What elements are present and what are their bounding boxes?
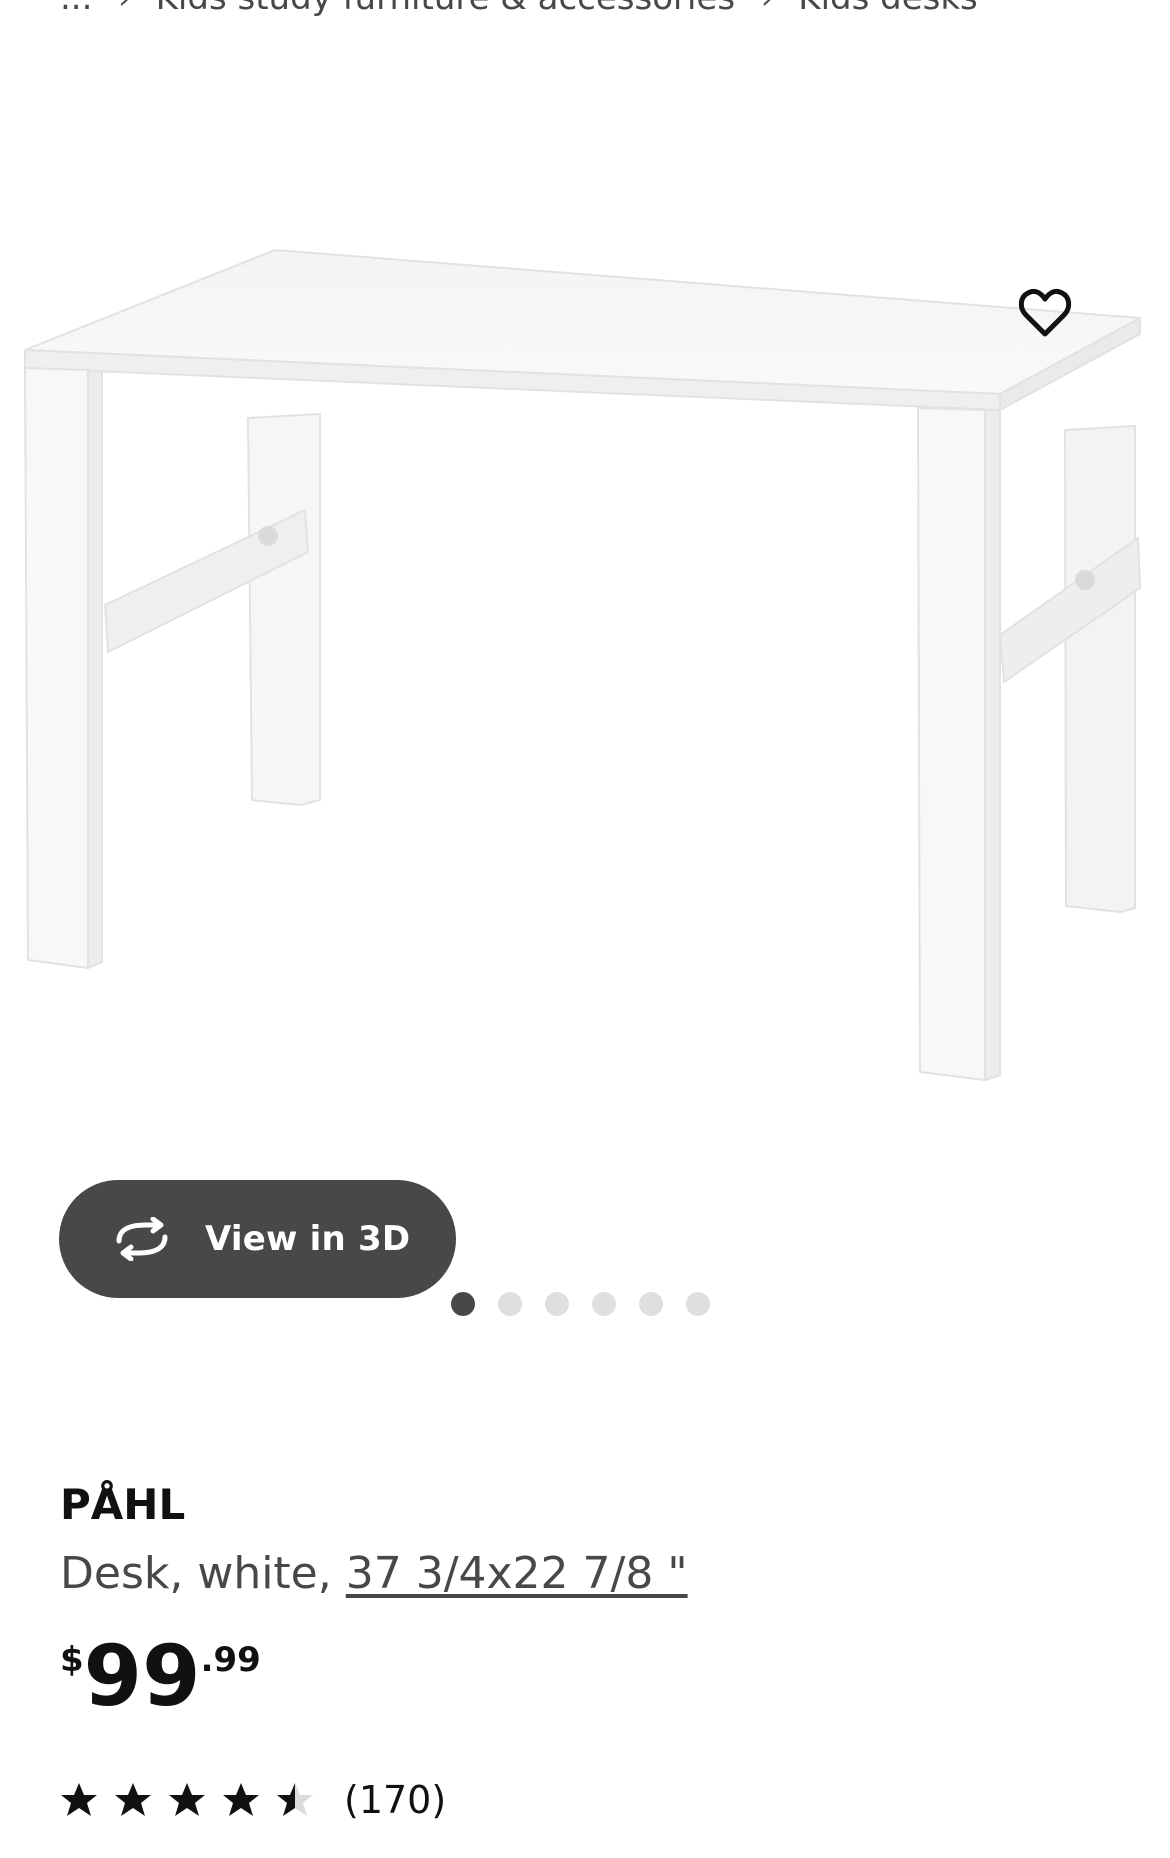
carousel-dot[interactable]	[451, 1292, 475, 1316]
breadcrumb: ... › Kids study furniture & accessories…	[60, 0, 978, 18]
price-currency: $	[60, 1640, 84, 1680]
product-image[interactable]	[0, 100, 1170, 1250]
rating-stars	[60, 1781, 314, 1819]
carousel-dot[interactable]	[592, 1292, 616, 1316]
star-full-icon	[115, 1783, 151, 1816]
price-decimal: .99	[200, 1640, 261, 1680]
view-in-3d-button[interactable]: View in 3D	[59, 1180, 456, 1298]
carousel-dot[interactable]	[545, 1292, 569, 1316]
carousel-dot[interactable]	[498, 1292, 522, 1316]
product-name: PÅHL	[60, 1480, 186, 1529]
carousel-dot[interactable]	[639, 1292, 663, 1316]
breadcrumb-item-kids-study-furniture[interactable]: Kids study furniture & accessories	[156, 0, 735, 18]
product-price: $ 99 .99	[60, 1628, 261, 1724]
star-full-icon	[223, 1783, 259, 1816]
heart-outline-icon	[1018, 288, 1072, 337]
product-gallery[interactable]: View in 3D	[0, 100, 1170, 1298]
star-full-icon	[169, 1783, 205, 1816]
view-in-3d-label: View in 3D	[205, 1219, 411, 1259]
product-dimensions-link[interactable]: 37 3/4x22 7/8 "	[346, 1548, 688, 1599]
favorite-button[interactable]	[1010, 278, 1080, 348]
carousel-dots	[451, 1292, 710, 1316]
breadcrumb-item-kids-desks[interactable]: Kids desks	[798, 0, 977, 18]
chevron-right-icon: ›	[761, 0, 772, 15]
carousel-dot[interactable]	[686, 1292, 710, 1316]
chevron-right-icon: ›	[118, 0, 129, 15]
rotate-3d-icon	[111, 1215, 175, 1263]
price-integer: 99	[83, 1627, 201, 1725]
star-full-icon	[61, 1783, 97, 1816]
product-description-text: Desk, white,	[60, 1548, 346, 1599]
review-count[interactable]: (170)	[344, 1778, 446, 1822]
product-rating[interactable]: (170)	[60, 1778, 446, 1822]
breadcrumb-item-ellipsis[interactable]: ...	[60, 0, 92, 18]
star-half-icon	[277, 1783, 313, 1816]
product-description: Desk, white, 37 3/4x22 7/8 "	[60, 1548, 688, 1599]
